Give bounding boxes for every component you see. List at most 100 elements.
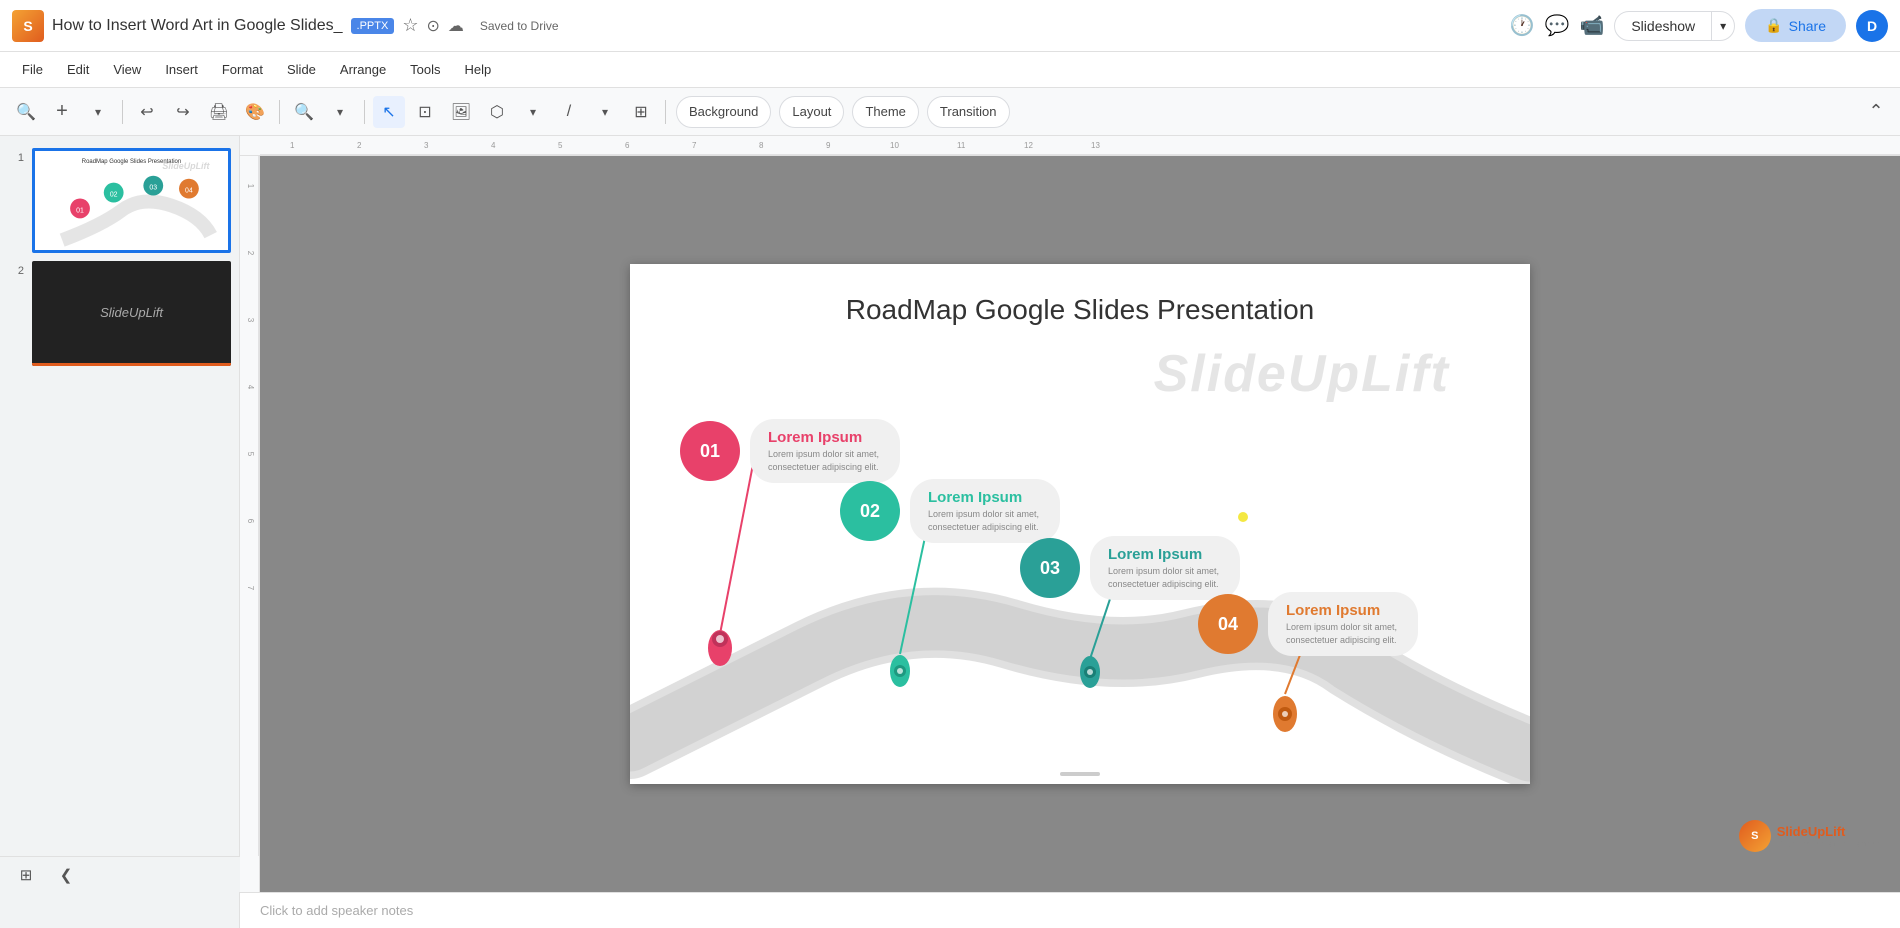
drive-icon[interactable]: ⊙ [426,16,439,36]
panel-collapse-btn[interactable]: ❮ [52,861,80,889]
undo-btn[interactable]: ↩ [131,96,163,128]
slideshow-button[interactable]: Slideshow ▾ [1614,11,1735,41]
history-icon[interactable]: 🕐 [1510,13,1535,38]
zoom-btn[interactable]: 🔍 [288,96,320,128]
star-icon[interactable]: ☆ [402,15,418,36]
svg-text:10: 10 [890,141,899,150]
milestone-text-03: Lorem ipsum dolor sit amet,consectetuer … [1108,565,1222,590]
ruler-h-marks: 1 2 3 4 5 6 7 8 9 10 11 12 13 [260,136,1900,156]
comment-icon[interactable]: 💬 [1545,13,1570,38]
paint-format-btn[interactable]: 🎨 [239,96,271,128]
road-svg [630,264,1530,784]
select-btn[interactable]: ↖ [373,96,405,128]
theme-btn[interactable]: Theme [852,96,918,128]
search-btn[interactable]: 🔍 [10,96,42,128]
print-btn[interactable]: 🖨 [203,96,235,128]
slideuplift-logo-icon: S [1739,820,1771,852]
milestone-circle-04: 04 [1198,594,1258,654]
user-avatar[interactable]: D [1856,10,1888,42]
slideshow-label[interactable]: Slideshow [1615,12,1712,40]
menu-view[interactable]: View [103,58,151,81]
speaker-notes[interactable]: Click to add speaker notes [240,892,1900,928]
title-bar: S How to Insert Word Art in Google Slide… [0,0,1900,52]
add-btn[interactable]: + [46,96,78,128]
menu-edit[interactable]: Edit [57,58,99,81]
shape-dropdown-btn[interactable]: ▾ [517,96,549,128]
action-btn[interactable]: ⊞ [625,96,657,128]
thumb-2-content: SlideUpLift [32,261,231,366]
collapse-toolbar-btn[interactable]: ⌃ [1862,98,1890,126]
svg-text:9: 9 [826,141,831,150]
ruler-vertical: 1 2 3 4 5 6 7 [240,156,260,892]
thumb-1-content: RoadMap Google Slides Presentation 01 02… [35,151,228,250]
line-dropdown-btn[interactable]: ▾ [589,96,621,128]
title-area: How to Insert Word Art in Google Slides_… [52,15,1502,36]
milestone-circle-01: 01 [680,421,740,481]
svg-text:6: 6 [246,519,255,524]
separator-1 [122,100,123,124]
milestone-02: 02 Lorem Ipsum Lorem ipsum dolor sit ame… [840,479,1060,543]
milestone-label-04: Lorem Ipsum Lorem ipsum dolor sit amet,c… [1268,592,1418,656]
slide-thumbnail-1[interactable]: RoadMap Google Slides Presentation 01 02… [32,148,231,253]
milestone-text-01: Lorem ipsum dolor sit amet,consectetuer … [768,448,882,473]
lock-icon: 🔒 [1765,17,1782,34]
share-button[interactable]: 🔒 Share [1745,9,1846,42]
slide-number-1: 1 [8,152,24,164]
milestone-label-03: Lorem Ipsum Lorem ipsum dolor sit amet,c… [1090,536,1240,600]
line-btn[interactable]: / [553,96,585,128]
cursor-dot [1238,512,1248,522]
svg-text:01: 01 [76,207,84,214]
svg-text:02: 02 [110,192,118,199]
separator-3 [364,100,365,124]
slide-canvas[interactable]: RoadMap Google Slides Presentation Slide… [630,264,1530,784]
ruler-h-svg: 1 2 3 4 5 6 7 8 9 10 11 12 13 [260,136,1900,156]
grid-view-btn[interactable]: ⊞ [12,861,40,889]
ruler-horizontal: 1 2 3 4 5 6 7 8 9 10 11 12 13 [240,136,1900,156]
text-box-btn[interactable]: ⊡ [409,96,441,128]
slideuplift-branding: S SlideUpLift Your Presentation Partner [1739,820,1880,852]
canvas-background[interactable]: RoadMap Google Slides Presentation Slide… [260,156,1900,892]
slideshow-dropdown-arrow[interactable]: ▾ [1712,13,1734,39]
zoom-dropdown-btn[interactable]: ▾ [324,96,356,128]
menu-help[interactable]: Help [455,58,502,81]
menu-insert[interactable]: Insert [155,58,208,81]
svg-text:1: 1 [290,141,295,150]
app-logo: S [12,10,44,42]
menu-tools[interactable]: Tools [400,58,450,81]
canvas-side: 1 2 3 4 5 6 7 8 9 10 11 12 13 [240,136,1900,928]
background-btn[interactable]: Background [676,96,771,128]
svg-text:7: 7 [692,141,697,150]
present-icon[interactable]: 📹 [1579,13,1604,38]
milestone-text-04: Lorem ipsum dolor sit amet,consectetuer … [1286,621,1400,646]
saved-status: Saved to Drive [480,19,559,33]
milestone-title-02: Lorem Ipsum [928,489,1042,506]
svg-text:3: 3 [424,141,429,150]
thumb-1-svg: RoadMap Google Slides Presentation 01 02… [35,151,228,250]
canvas-with-vruler: 1 2 3 4 5 6 7 RoadMap Google Slides Pres… [240,156,1900,892]
add-dropdown-btn[interactable]: ▾ [82,96,114,128]
slide-thumbnail-2[interactable]: SlideUpLift [32,261,231,366]
toolbar: 🔍 + ▾ ↩ ↪ 🖨 🎨 🔍 ▾ ↖ ⊡ 🖼 ⬡ ▾ / ▾ ⊞ Backgr… [0,88,1900,136]
speaker-notes-placeholder: Click to add speaker notes [260,903,413,918]
milestone-title-01: Lorem Ipsum [768,429,882,446]
milestone-label-01: Lorem Ipsum Lorem ipsum dolor sit amet,c… [750,419,900,483]
menu-bar: File Edit View Insert Format Slide Arran… [0,52,1900,88]
svg-text:7: 7 [246,586,255,591]
slideuplift-tagline: Your Presentation Partner [1777,839,1880,849]
shape-btn[interactable]: ⬡ [481,96,513,128]
svg-text:2: 2 [357,141,362,150]
image-btn[interactable]: 🖼 [445,96,477,128]
menu-slide[interactable]: Slide [277,58,326,81]
svg-text:SlideUpLift: SlideUpLift [162,161,210,171]
menu-format[interactable]: Format [212,58,273,81]
menu-arrange[interactable]: Arrange [330,58,396,81]
slide-panel: 1 RoadMap Google Slides Presentation 01 … [0,136,240,928]
menu-file[interactable]: File [12,58,53,81]
layout-btn[interactable]: Layout [779,96,844,128]
slide-item-2[interactable]: 2 SlideUpLift [0,257,239,370]
slide-number-2: 2 [8,265,24,277]
document-title[interactable]: How to Insert Word Art in Google Slides_ [52,17,343,35]
transition-btn[interactable]: Transition [927,96,1010,128]
slide-item-1[interactable]: 1 RoadMap Google Slides Presentation 01 … [0,144,239,257]
redo-btn[interactable]: ↪ [167,96,199,128]
